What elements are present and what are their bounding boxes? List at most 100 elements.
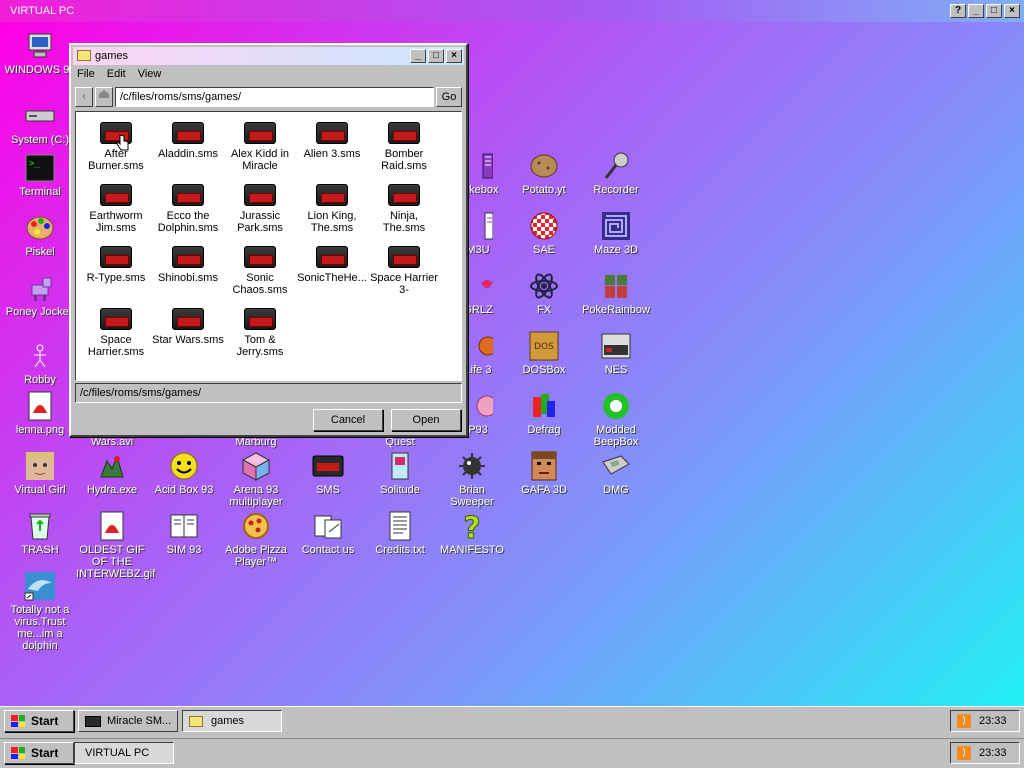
- desktop-icon-brian-sweeper[interactable]: Brian Sweeper: [436, 450, 508, 508]
- icon-label: Hydra.exe: [86, 484, 138, 496]
- desktop-icon-potato[interactable]: Potato.yt: [508, 150, 580, 196]
- desktop-icon-terminal[interactable]: >_ Terminal: [4, 152, 76, 198]
- icon-label: FX: [536, 304, 552, 316]
- desktop-icon-windows93[interactable]: WINDOWS 93: [4, 30, 76, 76]
- face-icon: [24, 450, 56, 482]
- file-item[interactable]: Jurassic Park.sms: [224, 184, 296, 234]
- desktop-icon-acid-box[interactable]: Acid Box 93: [148, 450, 220, 496]
- gameboy-icon: [600, 450, 632, 482]
- potato-icon: [528, 150, 560, 182]
- desktop-icon-pizza-player[interactable]: Adobe Pizza Player™: [220, 510, 292, 568]
- icon-label: PokeRainbow: [582, 304, 650, 316]
- dosbox-icon: DOS: [528, 330, 560, 362]
- dialog-minimize-button[interactable]: _: [410, 49, 426, 63]
- outer-start-button[interactable]: Start: [4, 742, 74, 764]
- file-item[interactable]: R-Type.sms: [80, 246, 152, 284]
- desktop-icon-contact-us[interactable]: Contact us: [292, 510, 364, 556]
- cancel-button[interactable]: Cancel: [313, 409, 383, 431]
- back-button[interactable]: ‹: [75, 87, 93, 107]
- icon-label: WINDOWS 93: [4, 64, 76, 76]
- svg-text:DOS: DOS: [534, 342, 554, 352]
- file-list[interactable]: After Burner.sms Aladdin.sms Alex Kidd i…: [75, 111, 462, 381]
- go-button[interactable]: Go: [436, 87, 462, 107]
- file-item[interactable]: Ninja, The.sms: [368, 184, 440, 234]
- close-button[interactable]: ×: [1004, 4, 1020, 18]
- desktop-icon-beepbox[interactable]: Modded BeepBox: [580, 390, 652, 448]
- desktop-icon-sae[interactable]: SAE: [508, 210, 580, 256]
- svg-text:?: ?: [463, 511, 480, 541]
- icon-label: Robby: [24, 374, 56, 386]
- desktop-icon-poney-jockey[interactable]: Poney Jockey: [4, 272, 76, 318]
- desktop-icon-system-c[interactable]: System (C:): [4, 100, 76, 146]
- minimize-button[interactable]: _: [968, 4, 984, 18]
- file-item[interactable]: Earthworm Jim.sms: [80, 184, 152, 234]
- help-button[interactable]: ?: [950, 4, 966, 18]
- desktop-icon-credits[interactable]: Credits.txt: [364, 510, 436, 556]
- desktop-icon-recorder[interactable]: Recorder: [580, 150, 652, 196]
- desktop-icon-dmg[interactable]: DMG: [580, 450, 652, 496]
- desktop-icon-sim93[interactable]: SIM 93: [148, 510, 220, 556]
- drive-icon: [24, 100, 56, 132]
- menu-edit[interactable]: Edit: [107, 68, 126, 80]
- file-item[interactable]: Space Harrier 3-: [368, 246, 440, 296]
- path-input[interactable]: [115, 87, 434, 107]
- file-item[interactable]: Aladdin.sms: [152, 122, 224, 160]
- outer-titlebar[interactable]: VIRTUAL PC ? _ □ ×: [0, 0, 1024, 22]
- image-file-icon: [24, 390, 56, 422]
- desktop-icon-nes[interactable]: NES: [580, 330, 652, 376]
- file-item[interactable]: Lion King, The.sms: [296, 184, 368, 234]
- file-label: Space Harrier 3-: [370, 272, 438, 296]
- icon-label: GAFA 3D: [521, 484, 567, 496]
- desktop-icon-manifesto[interactable]: ? MANIFESTO: [436, 510, 508, 556]
- file-item[interactable]: Tom & Jerry.sms: [224, 308, 296, 358]
- open-button[interactable]: Open: [391, 409, 461, 431]
- inner-start-button[interactable]: Start: [4, 710, 74, 732]
- file-item[interactable]: Ecco the Dolphin.sms: [152, 184, 224, 234]
- icon-label: Life 3: [464, 364, 492, 376]
- task-miracle-sms[interactable]: Miracle SM...: [78, 710, 178, 732]
- icon-label: Credits.txt: [375, 544, 425, 556]
- desktop-icon-maze-3d[interactable]: Maze 3D: [580, 210, 652, 256]
- icon-label: SMS: [316, 484, 340, 496]
- file-item[interactable]: Shinobi.sms: [152, 246, 224, 284]
- desktop-icon-virtual-girl[interactable]: Virtual Girl: [4, 450, 76, 496]
- desktop-icon-dolphin[interactable]: Totally not a virus.Trust me...im a dolp…: [4, 570, 76, 652]
- desktop-icon-solitude[interactable]: Solitude: [364, 450, 436, 496]
- desktop-icon-robby[interactable]: Robby: [4, 340, 76, 386]
- file-item[interactable]: SonicTheHe...: [296, 246, 368, 284]
- task-games[interactable]: games: [182, 710, 282, 732]
- desktop-icon-trash[interactable]: TRASH: [4, 510, 76, 556]
- clock: 23:33: [979, 715, 1007, 727]
- desktop-icon-fx[interactable]: FX: [508, 270, 580, 316]
- desktop-icon-arena[interactable]: Arena 93 multiplayer: [220, 450, 292, 508]
- dialog-maximize-button[interactable]: □: [428, 49, 444, 63]
- desktop: WINDOWS 93 System (C:) >_ Terminal Piske…: [0, 22, 1024, 706]
- icon-label: Adobe Pizza Player™: [225, 544, 287, 568]
- desktop-icon-hydra[interactable]: Hydra.exe: [76, 450, 148, 496]
- desktop-icon-pokerainbow[interactable]: PokeRainbow: [580, 270, 652, 316]
- desktop-icon-dosbox[interactable]: DOS DOSBox: [508, 330, 580, 376]
- file-item[interactable]: Star Wars.sms: [152, 308, 224, 346]
- rss-icon[interactable]: ): [957, 714, 971, 728]
- file-item[interactable]: Space Harrier.sms: [80, 308, 152, 358]
- question-icon: ?: [456, 510, 488, 542]
- file-item[interactable]: Sonic Chaos.sms: [224, 246, 296, 296]
- dialog-close-button[interactable]: ×: [446, 49, 462, 63]
- dialog-titlebar[interactable]: games _ □ ×: [73, 47, 464, 65]
- rss-icon[interactable]: ): [957, 746, 971, 760]
- menu-view[interactable]: View: [138, 68, 162, 80]
- sms-rom-icon: [244, 122, 276, 144]
- menu-file[interactable]: File: [77, 68, 95, 80]
- maximize-button[interactable]: □: [986, 4, 1002, 18]
- desktop-icon-piskel[interactable]: Piskel: [4, 212, 76, 258]
- file-item[interactable]: Alien 3.sms: [296, 122, 368, 160]
- file-item[interactable]: Alex Kidd in Miracle: [224, 122, 296, 172]
- desktop-icon-gafa-3d[interactable]: GAFA 3D: [508, 450, 580, 496]
- desktop-icon-sms[interactable]: SMS: [292, 450, 364, 496]
- desktop-icon-defrag[interactable]: Defrag: [508, 390, 580, 436]
- desktop-icon-oldest-gif[interactable]: OLDEST GIF OF THE INTERWEBZ.gif: [76, 510, 155, 580]
- task-virtual-pc[interactable]: VIRTUAL PC: [74, 742, 174, 764]
- home-button[interactable]: [95, 87, 113, 107]
- file-item[interactable]: Bomber Raid.sms: [368, 122, 440, 172]
- desktop-icon-lenna[interactable]: lenna.png: [4, 390, 76, 436]
